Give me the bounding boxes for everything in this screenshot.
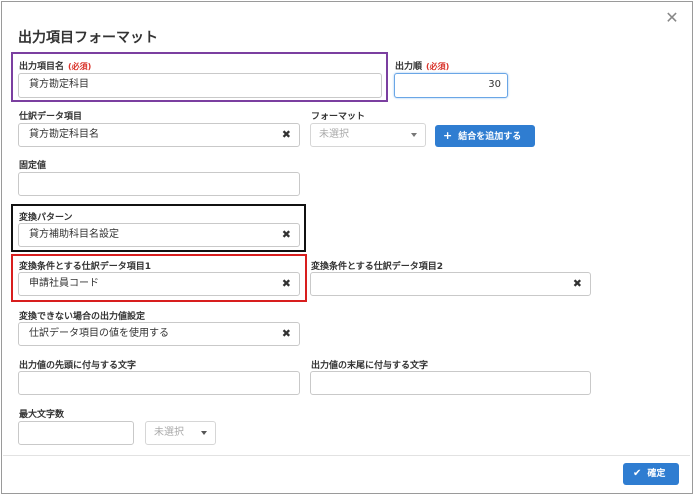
required-badge: (必須) — [426, 62, 450, 71]
format-select[interactable]: 未選択 — [310, 123, 426, 147]
format-label: フォーマット — [311, 112, 366, 122]
close-icon[interactable]: ✕ — [664, 10, 680, 26]
suffix-chars-label: 出力値の末尾に付与する文字 — [311, 361, 429, 371]
journal-item-input[interactable]: 貸方勘定科目名 ✖ — [18, 123, 300, 147]
chevron-down-icon — [201, 431, 207, 435]
output-item-name-label: 出力項目名 (必須) — [19, 62, 92, 72]
cond-item1-label: 変換条件とする仕訳データ項目1 — [19, 262, 151, 272]
footer-divider — [3, 455, 690, 456]
clear-icon[interactable]: ✖ — [282, 224, 291, 246]
output-item-name-input[interactable]: 貸方勘定科目 — [18, 73, 382, 98]
max-chars-input[interactable] — [18, 421, 134, 445]
clear-icon[interactable]: ✖ — [282, 273, 291, 295]
cond-item2-input[interactable]: ✖ — [310, 272, 591, 296]
cond-item1-input[interactable]: 申請社員コード ✖ — [18, 272, 300, 296]
max-chars-unit-select[interactable]: 未選択 — [145, 421, 216, 445]
unconvertible-output-label: 変換できない場合の出力値設定 — [19, 312, 146, 322]
clear-icon[interactable]: ✖ — [282, 124, 291, 146]
required-badge: (必須) — [68, 62, 92, 71]
output-order-input[interactable]: 30 — [394, 73, 508, 98]
conversion-pattern-label: 変換パターン — [19, 213, 73, 223]
plus-icon: + — [443, 129, 453, 142]
unconvertible-output-input[interactable]: 仕訳データ項目の値を使用する ✖ — [18, 322, 300, 346]
cond-item2-label: 変換条件とする仕訳データ項目2 — [311, 262, 443, 272]
chevron-down-icon — [411, 133, 417, 137]
fixed-value-label: 固定値 — [19, 161, 47, 171]
suffix-chars-input[interactable] — [310, 371, 591, 395]
clear-icon[interactable]: ✖ — [282, 323, 291, 345]
max-chars-label: 最大文字数 — [19, 410, 65, 420]
clear-icon[interactable]: ✖ — [573, 273, 582, 295]
check-icon: ✔ — [633, 468, 642, 479]
fixed-value-input[interactable] — [18, 172, 300, 196]
conversion-pattern-input[interactable]: 貸方補助科目名設定 ✖ — [18, 223, 300, 247]
add-join-button[interactable]: + 結合を追加する — [435, 125, 535, 147]
confirm-button[interactable]: ✔ 確定 — [623, 463, 679, 485]
dialog-title: 出力項目フォーマット — [18, 30, 158, 46]
prefix-chars-input[interactable] — [18, 371, 300, 395]
journal-item-label: 仕訳データ項目 — [19, 112, 83, 122]
output-order-label: 出力順 (必須) — [395, 62, 450, 72]
prefix-chars-label: 出力値の先頭に付与する文字 — [19, 361, 137, 371]
